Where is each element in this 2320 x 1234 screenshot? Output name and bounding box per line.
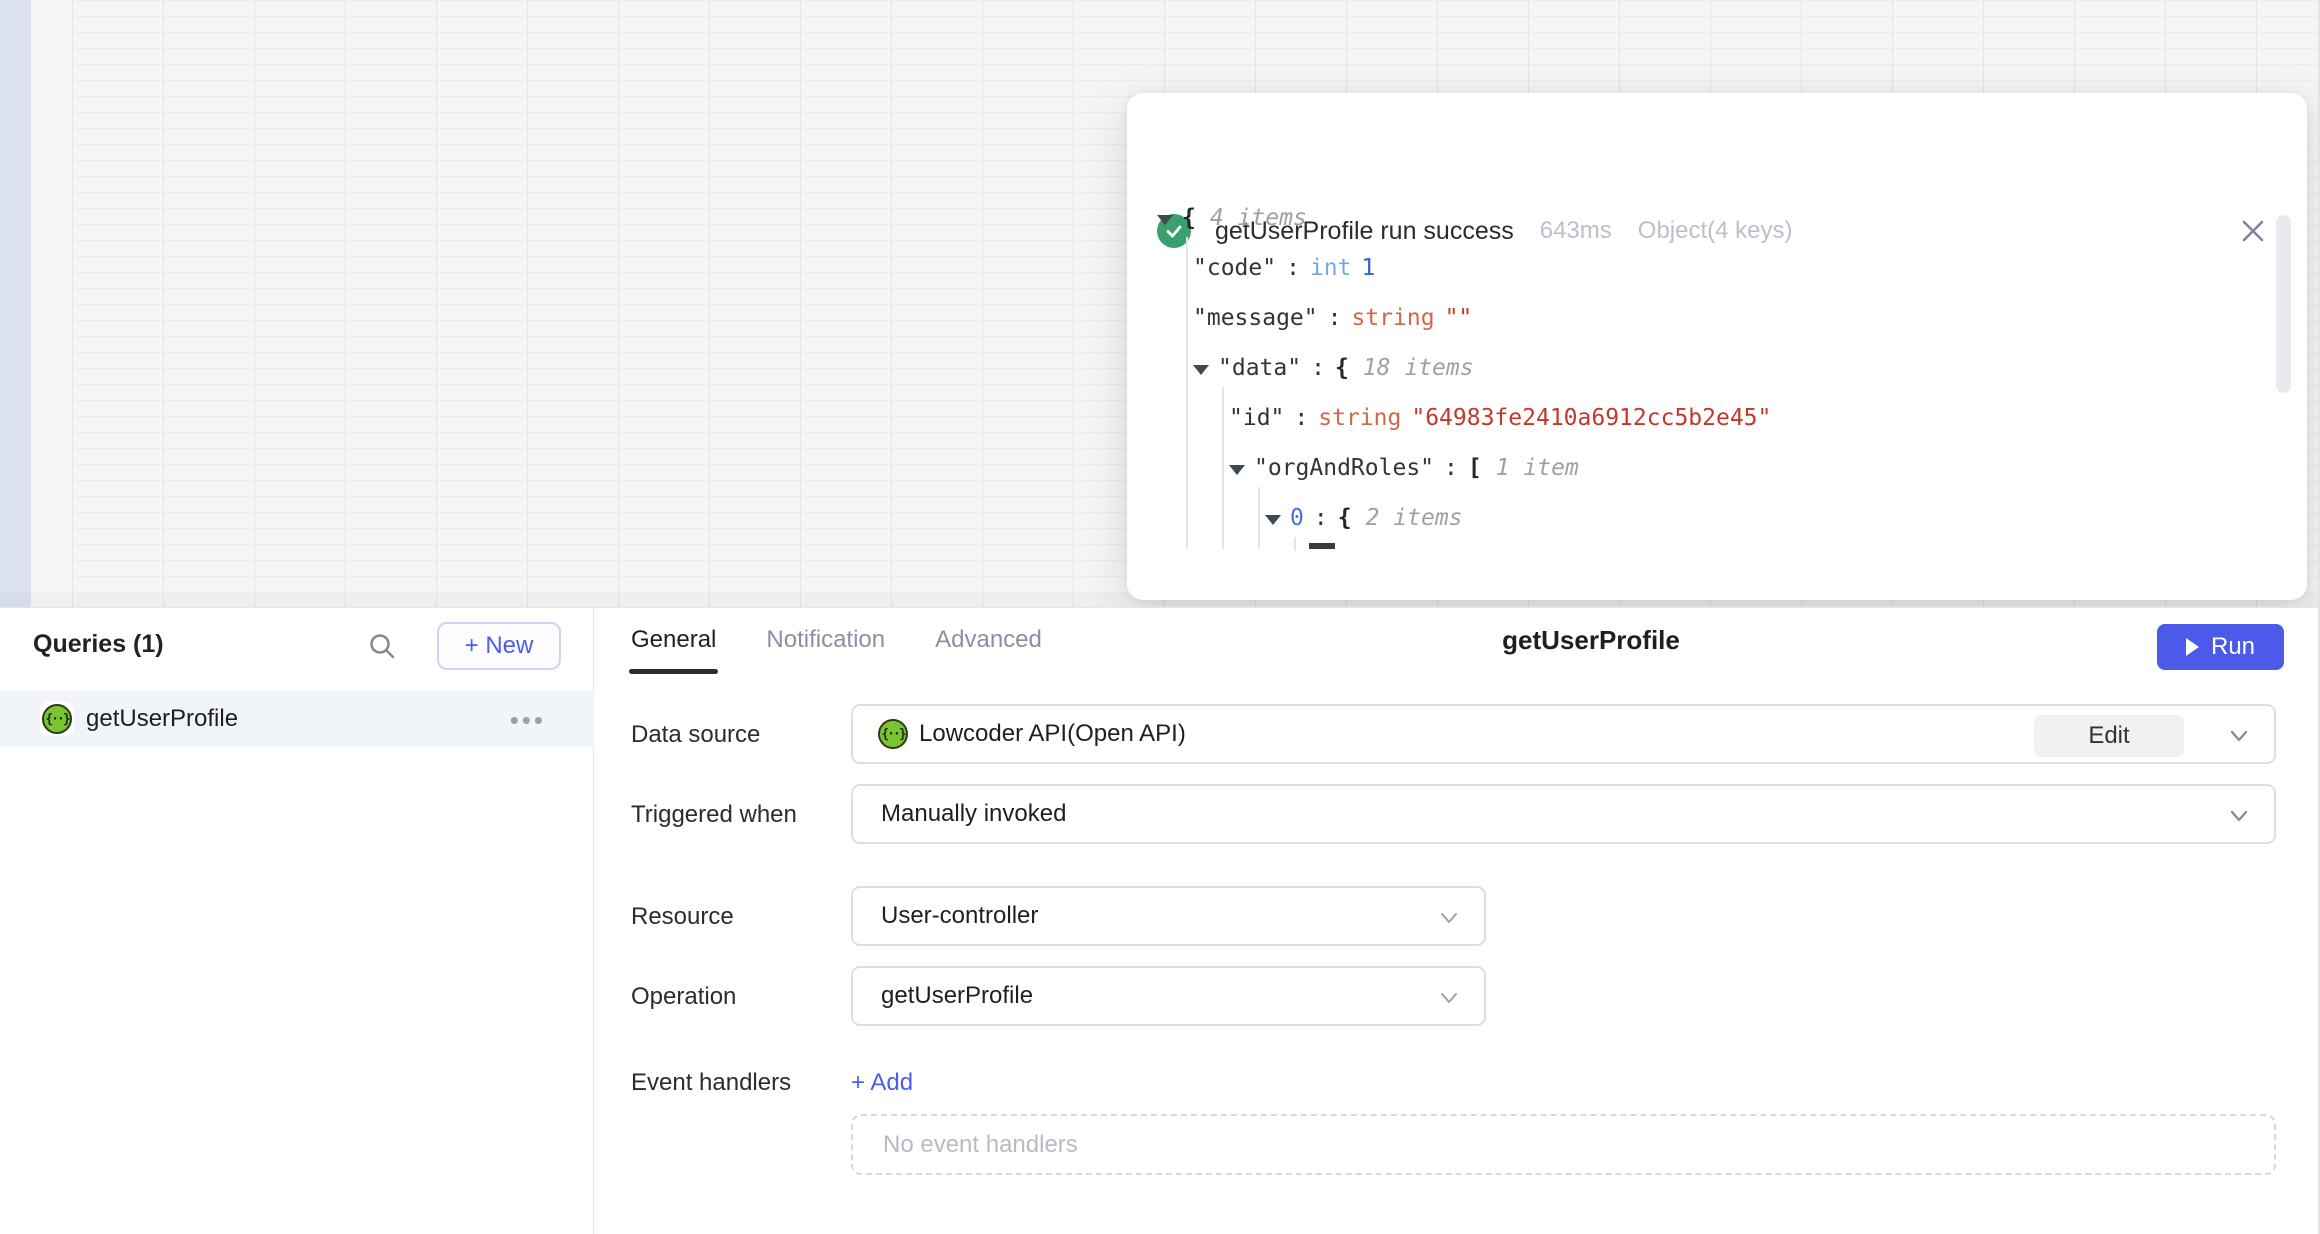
search-icon[interactable] (364, 628, 400, 664)
clipped-row-sliver (1309, 543, 1335, 549)
json-type-label: int (1310, 255, 1352, 281)
event-handlers-empty-text: No event handlers (883, 1131, 1078, 1159)
json-value: "" (1445, 305, 1473, 331)
json-tree-row: "id": string "64983fe2410a6912cc5b2e45" (1157, 393, 2257, 443)
operation-select[interactable]: getUserProfile (851, 966, 1486, 1026)
json-value: "64983fe2410a6912cc5b2e45" (1411, 405, 1771, 431)
collapse-arrow-icon[interactable] (1229, 465, 1245, 475)
tab-general[interactable]: General (629, 620, 718, 660)
lowcoder-query-editor: getUserProfile run success 643ms Object(… (0, 0, 2320, 1234)
queries-title: Queries (1) (33, 630, 164, 659)
data-source-value: Lowcoder API(Open API) (919, 720, 1186, 748)
json-tree: {4 items "code": int 1 "message": string "" "da… (1157, 193, 2257, 551)
chevron-down-icon (2226, 723, 2252, 754)
tab-advanced[interactable]: Advanced (933, 620, 1044, 660)
triggered-when-select[interactable]: Manually invoked (851, 784, 2276, 844)
json-tree-row: "message": string "" (1157, 293, 2257, 343)
indent-guide (1222, 387, 1224, 549)
collapse-arrow-icon[interactable] (1193, 365, 1209, 375)
resource-select[interactable]: User-controller (851, 886, 1486, 946)
json-colon: : (1294, 405, 1308, 431)
event-handlers-label: Event handlers (631, 1069, 791, 1097)
popup-scrollbar[interactable] (2276, 215, 2291, 393)
json-tree-row: 0: {2 items (1157, 493, 2257, 543)
data-source-select[interactable]: Lowcoder API(Open API) Edit (851, 704, 2276, 764)
play-icon (2186, 638, 2199, 656)
json-type-label: string (1351, 305, 1434, 331)
json-tree-row: {4 items (1157, 193, 2257, 243)
edit-datasource-button[interactable]: Edit (2034, 715, 2184, 757)
json-tree-row: "data": {18 items (1157, 343, 2257, 393)
json-colon: : (1444, 455, 1458, 481)
query-list-item[interactable]: getUserProfile ••• (0, 691, 594, 747)
resource-value: User-controller (881, 902, 1038, 930)
triggered-when-label: Triggered when (631, 801, 797, 829)
tab-notification[interactable]: Notification (764, 620, 887, 660)
json-item-count: 1 item (1496, 455, 1579, 481)
json-colon: : (1311, 355, 1325, 381)
query-panel: Queries (1) + New getUserProfile ••• Gen… (0, 607, 2320, 1234)
open-api-icon (877, 718, 909, 750)
data-source-label: Data source (631, 721, 760, 749)
json-key: "orgAndRoles" (1254, 455, 1434, 481)
query-menu-icon[interactable]: ••• (510, 705, 546, 736)
json-item-count: 4 items (1210, 205, 1307, 231)
operation-value: getUserProfile (881, 982, 1033, 1010)
json-key: "message" (1193, 305, 1318, 331)
chevron-down-icon (2226, 803, 2252, 834)
queries-sidebar: Queries (1) + New getUserProfile ••• (0, 608, 594, 1234)
resource-label: Resource (631, 903, 734, 931)
json-type-label: string (1318, 405, 1401, 431)
json-key: "id" (1229, 405, 1284, 431)
json-key: "code" (1193, 255, 1276, 281)
query-config-panel: General Notification Advanced getUserPro… (595, 608, 2320, 1234)
run-label: Run (2211, 633, 2255, 661)
queries-header: Queries (1) + New (0, 608, 593, 684)
json-colon: : (1314, 505, 1328, 531)
json-colon: : (1328, 305, 1342, 331)
collapse-arrow-icon[interactable] (1265, 515, 1281, 525)
run-button[interactable]: Run (2157, 624, 2284, 670)
json-bracket: { (1338, 505, 1352, 531)
add-event-handler-link[interactable]: + Add (851, 1069, 913, 1097)
query-title: getUserProfile (1502, 625, 1680, 656)
json-bracket: { (1182, 205, 1196, 231)
query-result-popup: getUserProfile run success 643ms Object(… (1127, 93, 2307, 600)
json-value: 1 (1362, 255, 1376, 281)
indent-guide (1186, 237, 1188, 549)
collapse-arrow-icon[interactable] (1157, 215, 1173, 225)
indent-guide (1294, 537, 1296, 551)
json-bracket: [ (1468, 455, 1482, 481)
operation-label: Operation (631, 983, 736, 1011)
chevron-down-icon (1436, 905, 1462, 936)
event-handlers-empty-box: No event handlers (851, 1114, 2276, 1175)
json-key: 0 (1290, 505, 1304, 531)
indent-guide (1258, 487, 1260, 549)
config-tabs: General Notification Advanced (629, 620, 1044, 660)
canvas-left-strip (0, 0, 31, 607)
json-key: "data" (1218, 355, 1301, 381)
open-api-icon (40, 702, 74, 736)
json-item-count: 18 items (1363, 355, 1474, 381)
json-tree-row: "code": int 1 (1157, 243, 2257, 293)
triggered-when-value: Manually invoked (881, 800, 1066, 828)
json-bracket: { (1335, 355, 1349, 381)
json-item-count: 2 items (1366, 505, 1463, 531)
chevron-down-icon (1436, 985, 1462, 1016)
json-colon: : (1286, 255, 1300, 281)
json-tree-row: "orgAndRoles": [1 item (1157, 443, 2257, 493)
query-name: getUserProfile (86, 705, 238, 733)
new-query-button[interactable]: + New (437, 622, 561, 670)
